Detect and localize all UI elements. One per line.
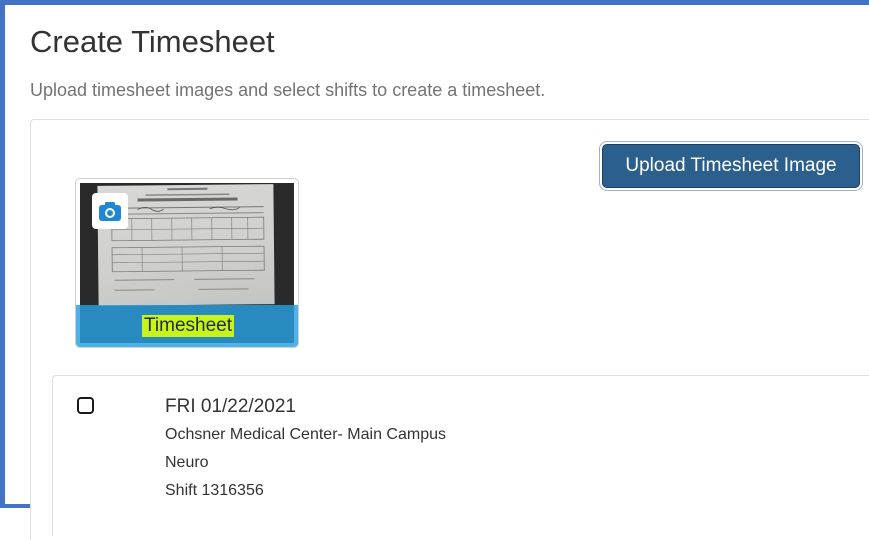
shift-facility: Ochsner Medical Center- Main Campus — [165, 426, 446, 444]
shift-date: FRI 01/22/2021 — [165, 396, 296, 418]
page-title: Create Timesheet — [30, 24, 275, 60]
upload-timesheet-image-button[interactable]: Upload Timesheet Image — [602, 144, 860, 188]
page-subtitle: Upload timesheet images and select shift… — [30, 80, 545, 101]
thumbnail-caption-bar: Timesheet — [76, 305, 299, 347]
thumbnail-caption: Timesheet — [142, 315, 234, 337]
timesheet-image-thumbnail[interactable]: Timesheet — [75, 178, 299, 348]
shift-select-checkbox[interactable] — [77, 397, 94, 414]
shift-unit: Neuro — [165, 454, 209, 472]
shift-id: Shift 1316356 — [165, 482, 264, 500]
camera-icon — [92, 193, 128, 229]
